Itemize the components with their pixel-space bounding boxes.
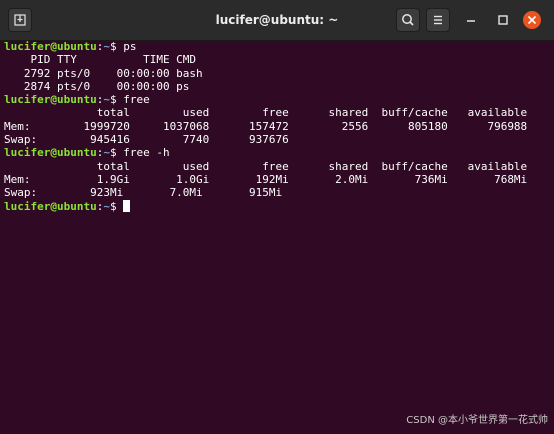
prompt-path: ~ <box>103 146 110 160</box>
prompt-user: lucifer@ubuntu <box>4 146 97 160</box>
output-line: 2792 pts/0 00:00:00 bash <box>4 66 203 80</box>
prompt-user: lucifer@ubuntu <box>4 199 97 213</box>
command-line: lucifer@ubuntu:~$ ps <box>4 40 550 53</box>
terminal-window: lucifer@ubuntu: ~ lucifer@ubuntu:~$ ps P… <box>0 0 554 434</box>
command-line: lucifer@ubuntu:~$ free <box>4 93 550 106</box>
prompt-end: $ <box>109 40 124 53</box>
minimize-icon <box>467 20 475 22</box>
title-bar: lucifer@ubuntu: ~ <box>0 0 554 41</box>
command-line: lucifer@ubuntu:~$ <box>4 199 550 213</box>
terminal-output[interactable]: lucifer@ubuntu:~$ ps PID TTY TIME CMD 27… <box>0 40 554 434</box>
search-button[interactable] <box>396 8 420 32</box>
command-text: ps <box>123 40 137 53</box>
output-line: PID TTY TIME CMD <box>4 53 197 67</box>
prompt-end: $ <box>109 199 124 213</box>
close-icon <box>527 15 537 25</box>
prompt-user: lucifer@ubuntu <box>4 93 97 107</box>
csdn-watermark: CSDN @本小爷世界第一花式帅 <box>406 415 548 426</box>
minimize-button[interactable] <box>462 11 480 29</box>
output-line: Mem: 1999720 1037068 157472 2556 805180 … <box>4 119 528 133</box>
search-icon <box>402 14 414 26</box>
prompt-path: ~ <box>103 199 110 213</box>
output-line: Mem: 1.9Gi 1.0Gi 192Mi 2.0Mi 736Mi 768Mi <box>4 172 528 186</box>
prompt-end: $ <box>109 93 124 107</box>
output-line: Swap: 923Mi 7.0Mi 915Mi <box>4 186 283 200</box>
output-line: Swap: 945416 7740 937676 <box>4 133 289 147</box>
prompt-path: ~ <box>103 40 110 53</box>
prompt-end: $ <box>109 146 124 160</box>
command-text: free -h <box>123 146 170 160</box>
output-line: total used free shared buff/cache availa… <box>4 159 528 173</box>
prompt-path: ~ <box>103 93 110 107</box>
maximize-icon <box>498 15 508 25</box>
hamburger-menu-icon <box>434 15 442 25</box>
menu-button[interactable] <box>426 8 450 32</box>
output-line: 2874 pts/0 00:00:00 ps <box>4 79 190 93</box>
output-line: total used free shared buff/cache availa… <box>4 106 528 120</box>
command-line: lucifer@ubuntu:~$ free -h <box>4 146 550 159</box>
text-cursor <box>123 199 130 212</box>
close-button[interactable] <box>523 11 541 29</box>
maximize-button[interactable] <box>494 11 512 29</box>
prompt-user: lucifer@ubuntu <box>4 40 97 53</box>
command-text: free <box>123 93 150 107</box>
